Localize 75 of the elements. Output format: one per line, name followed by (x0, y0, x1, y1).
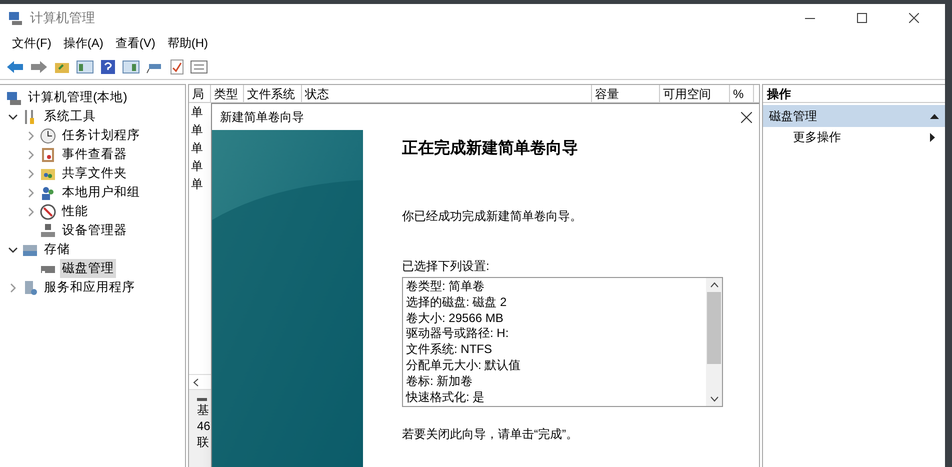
scroll-thumb[interactable] (707, 292, 721, 364)
table-cell-text: 单 (190, 158, 203, 175)
collapsed-chevron-icon[interactable] (26, 130, 36, 140)
column-header[interactable]: 局 (189, 85, 211, 103)
setting-line: 文件系统: NTFS (406, 342, 493, 358)
forward-arrow-icon[interactable] (30, 60, 48, 74)
app-icon (8, 10, 24, 26)
tree-item[interactable]: 任务计划程序 (60, 126, 142, 145)
setting-line: 选择的磁盘: 磁盘 2 (406, 294, 508, 311)
collapsed-chevron-icon[interactable] (26, 188, 36, 198)
intro-text: 你已经成功完成新建简单卷向导。 (402, 208, 583, 225)
collapse-arrow-icon[interactable] (930, 114, 939, 118)
tree-item[interactable]: 本地用户和组 (60, 183, 142, 202)
disk-info-text: 基 (197, 402, 209, 418)
tree-item[interactable]: 性能 (60, 202, 90, 221)
submenu-arrow-icon (930, 132, 935, 142)
help-icon[interactable] (100, 58, 116, 74)
tree-item[interactable]: 系统工具 (42, 107, 98, 126)
scroll-down-icon[interactable] (710, 396, 718, 402)
table-cell-text: 单 (190, 104, 203, 121)
maximize-icon (857, 13, 867, 23)
setting-line: 卷类型: 简单卷 (406, 279, 486, 295)
close-icon (740, 112, 752, 122)
dialog-title: 新建简单卷向导 (220, 109, 304, 126)
tree-item[interactable]: 存储 (42, 240, 72, 259)
tree-item[interactable]: 服务和应用程序 (42, 278, 137, 297)
scrollbar[interactable] (706, 278, 722, 406)
users-icon (40, 184, 56, 200)
menu-item[interactable]: 文件(F) (6, 33, 58, 53)
menu-item[interactable]: 操作(A) (57, 33, 110, 53)
disk-info-text: 46 (197, 418, 210, 434)
actions-section[interactable]: 磁盘管理 (763, 105, 945, 127)
setting-line: 快速格式化: 是 (406, 390, 486, 406)
table-cell-text: 单 (190, 140, 203, 157)
collapsed-chevron-icon[interactable] (8, 282, 18, 292)
table-cell-text: 单 (190, 176, 203, 193)
setting-line: 卷标: 新加卷 (406, 374, 474, 390)
setting-line: 卷大小: 29566 MB (406, 310, 504, 326)
tree-item[interactable]: 设备管理器 (60, 221, 129, 240)
expanded-chevron-icon[interactable] (8, 112, 18, 122)
tree-item[interactable]: 计算机管理(本地) (26, 88, 130, 107)
expanded-chevron-icon[interactable] (8, 244, 18, 254)
properties-icon[interactable] (190, 60, 208, 74)
services-icon (22, 280, 38, 296)
back-arrow-icon[interactable] (6, 60, 24, 74)
footer-text: 若要关闭此向导，请单击“完成”。 (402, 426, 579, 443)
scroll-up-icon[interactable] (710, 282, 718, 288)
checklist-icon[interactable] (170, 58, 184, 74)
computer-icon (6, 90, 22, 106)
scroll-left-icon[interactable] (193, 378, 199, 386)
gauge-icon (40, 204, 56, 220)
settings-listbox[interactable]: 卷类型: 简单卷 选择的磁盘: 磁盘 2 卷大小: 29566 MB 驱动器号或路径: H: 文件系统: NTFS 分配单元大小: 默认值 卷标: 新加卷 快速格式化: 是 (402, 277, 723, 407)
setting-line: 驱动器号或路径: H: (406, 326, 510, 342)
collapsed-chevron-icon[interactable] (26, 168, 36, 178)
menu-item[interactable]: 查看(V) (109, 33, 162, 53)
action-item[interactable]: 更多操作 (763, 127, 945, 147)
clock-icon (40, 128, 56, 144)
actions-header: 操作 (763, 85, 945, 103)
panel-icon[interactable] (122, 58, 140, 74)
tree-item[interactable]: 共享文件夹 (60, 164, 129, 183)
collapsed-chevron-icon[interactable] (26, 150, 36, 160)
settings-label: 已选择下列设置: (402, 258, 490, 275)
menu-item[interactable]: 帮助(H) (161, 33, 214, 53)
section-title: 磁盘管理 (769, 108, 817, 125)
close-icon (909, 13, 919, 23)
collapsed-chevron-icon[interactable] (26, 206, 36, 216)
tree-item[interactable]: 磁盘管理 (60, 259, 116, 278)
window-title: 计算机管理 (30, 9, 95, 28)
panel-icon[interactable] (76, 58, 94, 74)
setting-line: 分配单元大小: 默认值 (406, 358, 522, 374)
disk-info-text: 联 (197, 434, 209, 450)
device-icon (40, 222, 56, 238)
wizard-heading: 正在完成新建简单卷向导 (402, 138, 579, 159)
table-cell-text: 单 (190, 122, 203, 139)
tree-item[interactable]: 事件查看器 (60, 145, 129, 164)
